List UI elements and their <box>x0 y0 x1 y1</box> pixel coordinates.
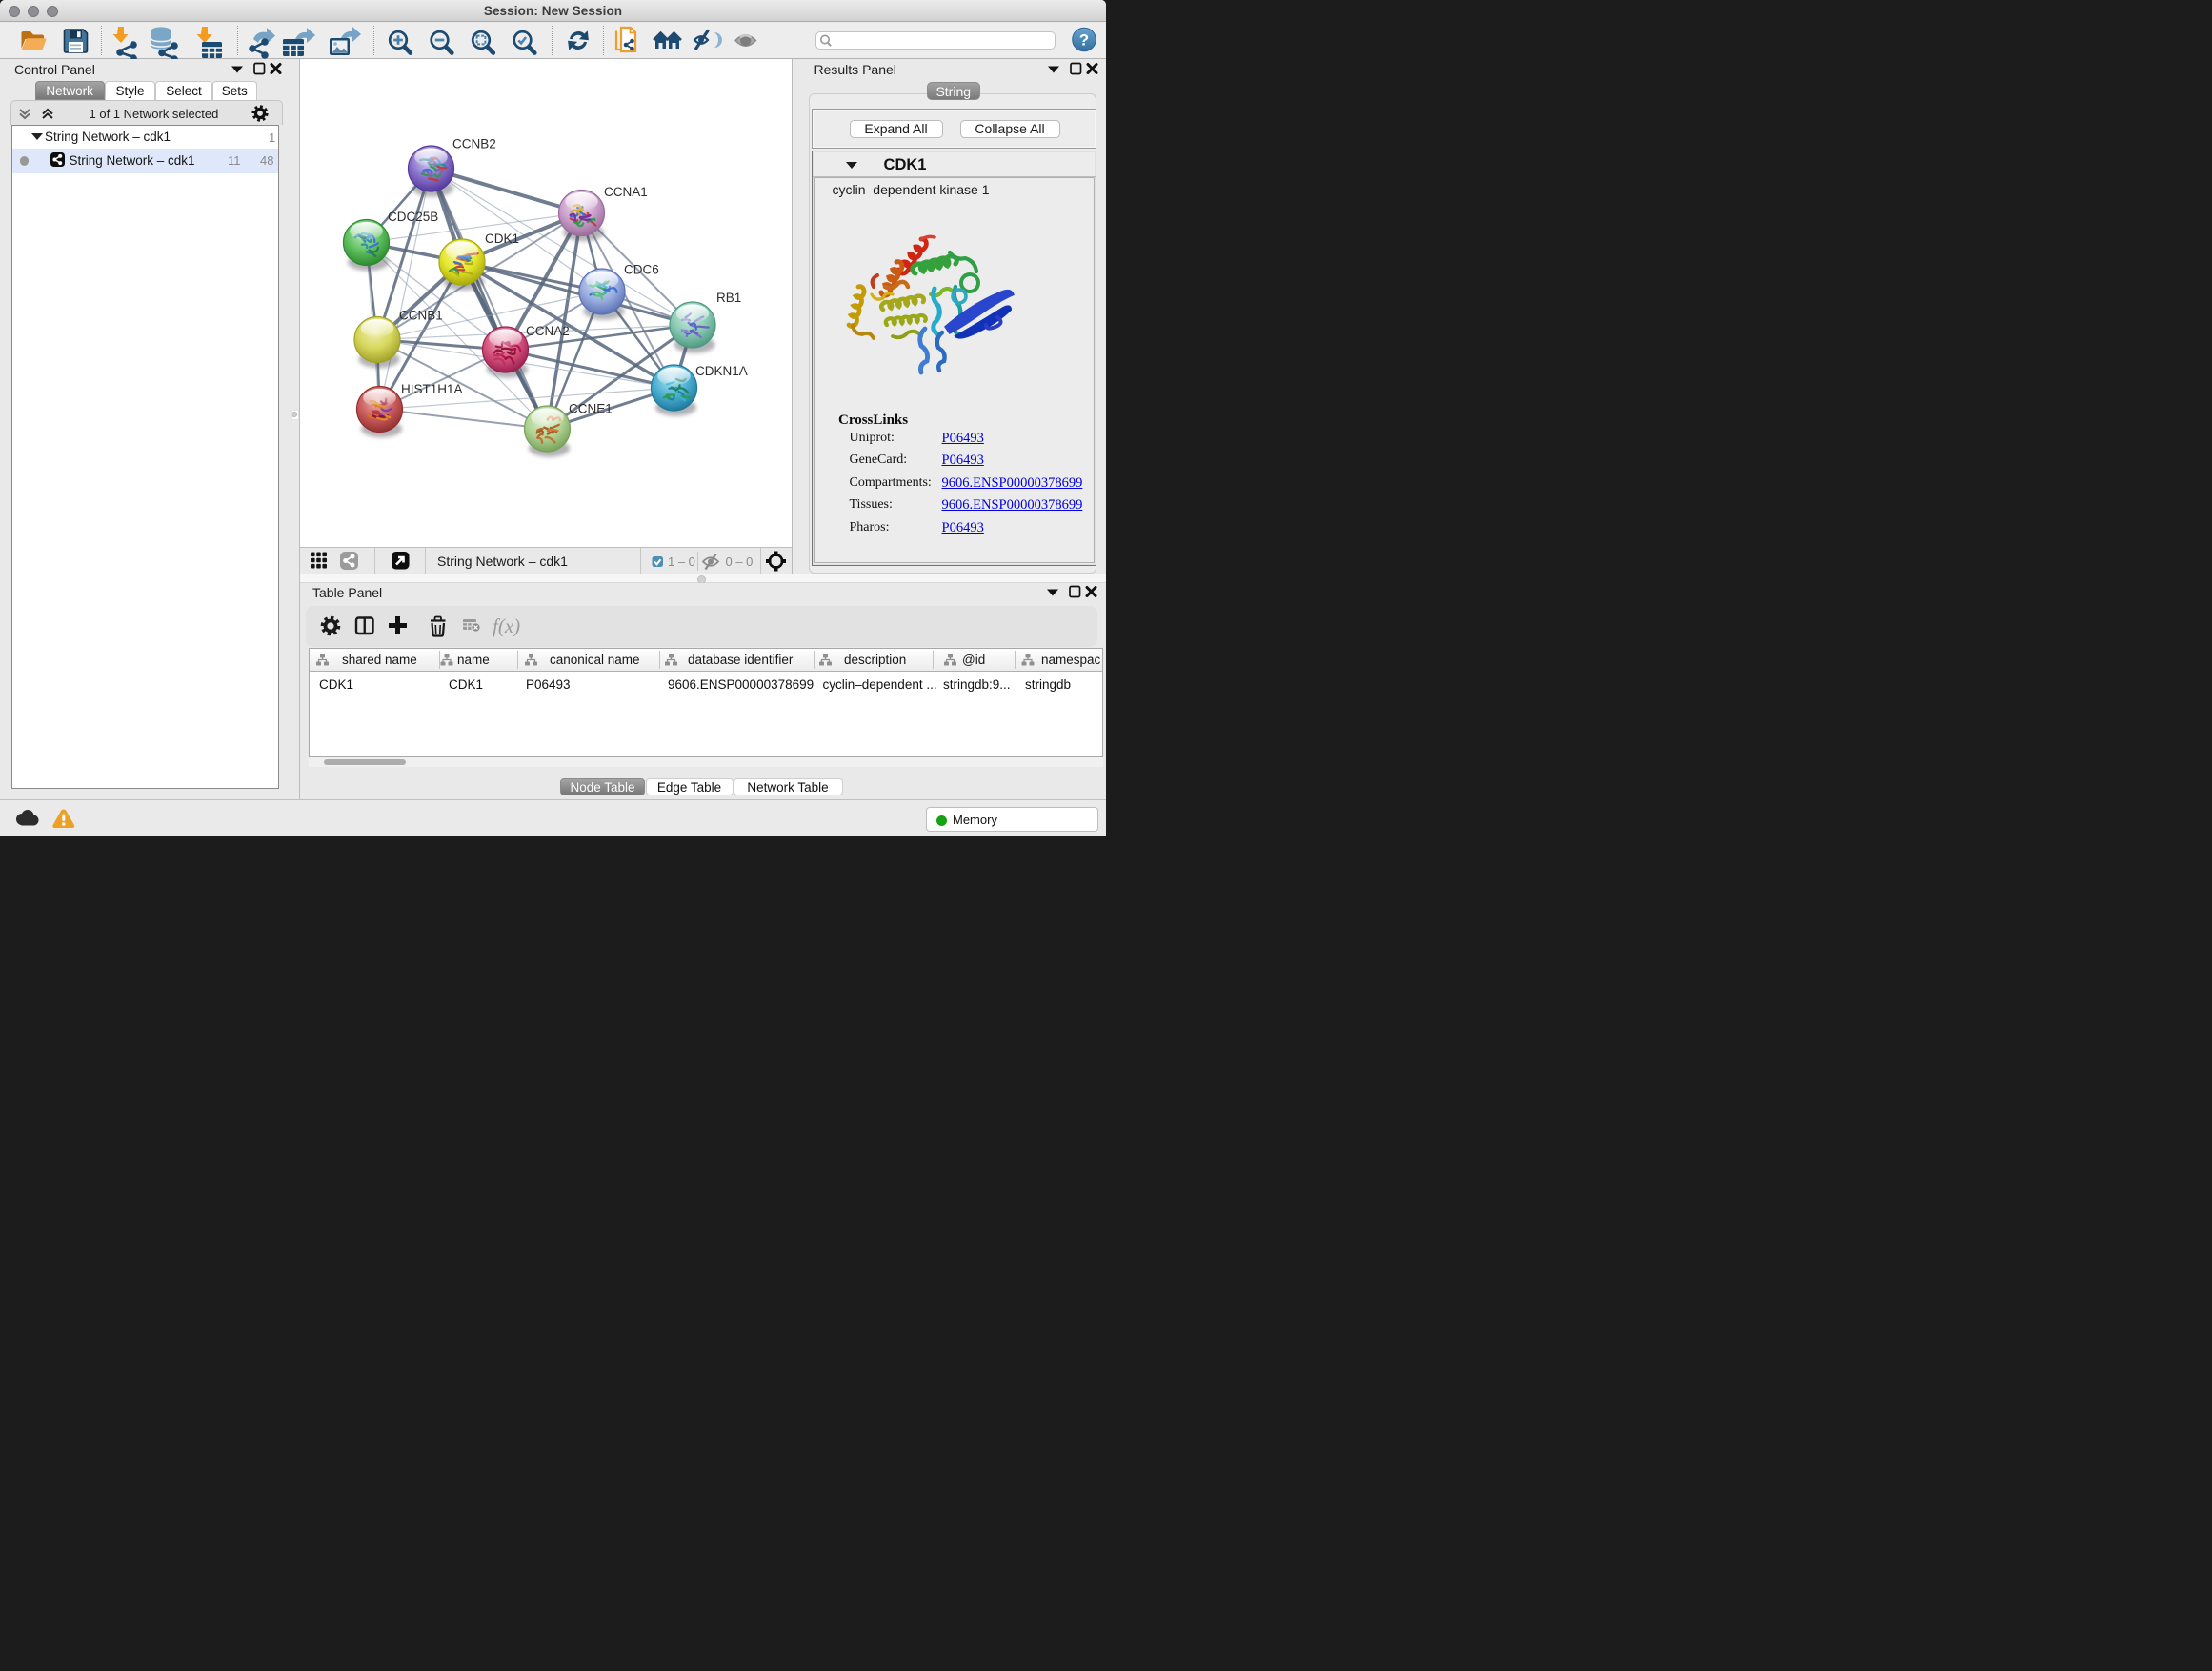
svg-text:CCNA1: CCNA1 <box>604 185 648 199</box>
svg-text:RB1: RB1 <box>716 291 741 305</box>
svg-text:?: ? <box>1079 31 1089 50</box>
svg-text:f(x): f(x) <box>493 614 520 637</box>
svg-text:CCNE1: CCNE1 <box>569 402 613 416</box>
svg-text:CCNA2: CCNA2 <box>526 324 570 338</box>
svg-text:CDC25B: CDC25B <box>388 210 438 224</box>
svg-text:CDKN1A: CDKN1A <box>695 364 748 378</box>
svg-text:CDC6: CDC6 <box>624 263 659 277</box>
svg-text:HIST1H1A: HIST1H1A <box>401 382 463 396</box>
svg-text:CDK1: CDK1 <box>485 232 519 246</box>
svg-text:CCNB1: CCNB1 <box>399 309 443 323</box>
svg-text:CCNB2: CCNB2 <box>452 137 496 151</box>
